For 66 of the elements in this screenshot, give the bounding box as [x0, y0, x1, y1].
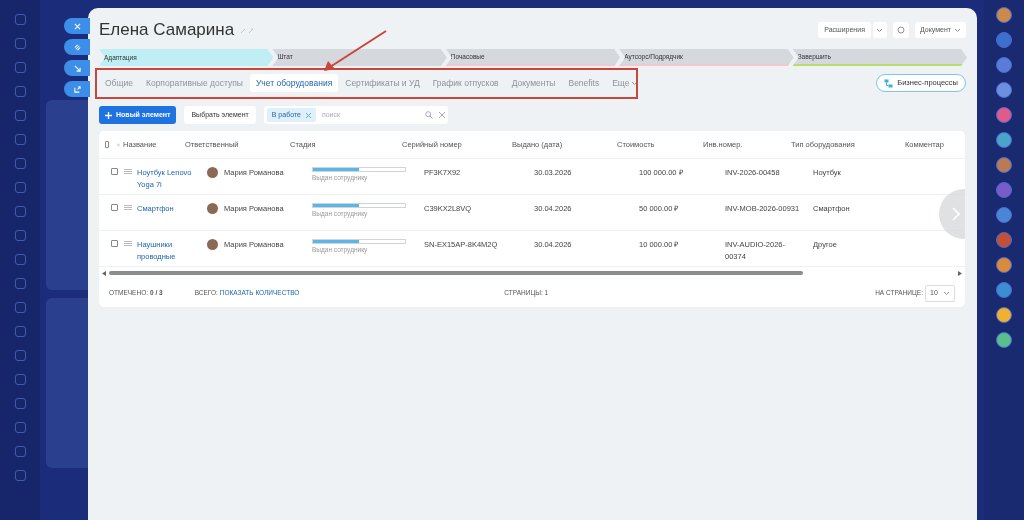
- arrow-icon: [73, 64, 81, 72]
- avatar[interactable]: [996, 82, 1012, 98]
- caret-icon: [943, 290, 950, 296]
- avatar[interactable]: [996, 132, 1012, 148]
- stage-bar[interactable]: [312, 239, 406, 244]
- sidebar-icon[interactable]: [14, 302, 26, 313]
- sidebar-icon[interactable]: [14, 86, 26, 97]
- scroll-right-icon[interactable]: [958, 270, 962, 276]
- avatar: [207, 239, 218, 251]
- stage-bar[interactable]: [312, 167, 406, 172]
- avatar[interactable]: [996, 332, 1012, 348]
- panel-title: Елена Самарина: [99, 19, 235, 42]
- clear-icon[interactable]: [438, 112, 445, 118]
- sidebar-icon[interactable]: [14, 374, 26, 385]
- avatar[interactable]: [996, 157, 1012, 173]
- avatar[interactable]: [996, 107, 1012, 123]
- arrow-button[interactable]: [64, 60, 90, 76]
- avatar: [207, 167, 218, 179]
- caret-icon: [954, 27, 961, 33]
- drag-handle-icon[interactable]: [124, 169, 132, 174]
- sidebar-icon[interactable]: [14, 278, 26, 289]
- remove-icon[interactable]: [305, 112, 311, 118]
- sidebar-icon[interactable]: [14, 446, 26, 457]
- caret-icon: [631, 80, 639, 86]
- sidebar-icon[interactable]: [14, 470, 26, 481]
- sidebar-icon[interactable]: [14, 350, 26, 361]
- chevron-right-icon: [952, 207, 960, 221]
- sidebar-icon[interactable]: [14, 110, 26, 121]
- close-button[interactable]: [64, 18, 90, 34]
- scrollbar-thumb[interactable]: [109, 271, 803, 275]
- sidebar-icon[interactable]: [14, 14, 26, 25]
- plus-icon: [105, 111, 112, 119]
- drag-handle-icon[interactable]: [124, 205, 132, 210]
- scroll-left-icon[interactable]: [102, 270, 106, 276]
- sidebar-icon[interactable]: [14, 230, 26, 241]
- avatar[interactable]: [996, 282, 1012, 298]
- sidebar-icon[interactable]: [14, 158, 26, 169]
- sidebar-icon[interactable]: [14, 62, 26, 73]
- close-icon: [73, 22, 81, 30]
- sidebar-icon[interactable]: [14, 182, 26, 193]
- search-icon[interactable]: [424, 111, 433, 119]
- external-icon: [73, 85, 81, 93]
- drag-handle-icon[interactable]: [124, 241, 132, 246]
- avatar[interactable]: [996, 232, 1012, 248]
- link-button[interactable]: [64, 39, 90, 55]
- sidebar-icon[interactable]: [14, 38, 26, 49]
- sidebar-icon[interactable]: [14, 422, 26, 433]
- sidebar-icon[interactable]: [14, 398, 26, 409]
- sidebar-icon[interactable]: [14, 206, 26, 217]
- sidebar-icon[interactable]: [14, 254, 26, 265]
- stage-bar[interactable]: [312, 203, 406, 208]
- avatar: [207, 203, 218, 215]
- avatar[interactable]: [996, 307, 1012, 323]
- dropdown-button[interactable]: [872, 22, 887, 38]
- settings-button[interactable]: [892, 22, 909, 38]
- caret-icon: [876, 27, 884, 33]
- sidebar-icon[interactable]: [14, 134, 26, 145]
- annotation-arrow: [322, 29, 388, 73]
- process-icon: [884, 78, 894, 88]
- sidebar-icon[interactable]: [14, 326, 26, 337]
- avatar[interactable]: [996, 257, 1012, 273]
- avatar[interactable]: [996, 7, 1012, 23]
- external-button[interactable]: [64, 81, 90, 97]
- tab[interactable]: Учет оборудования: [249, 74, 339, 92]
- avatar[interactable]: [996, 207, 1012, 223]
- avatar[interactable]: [996, 57, 1012, 73]
